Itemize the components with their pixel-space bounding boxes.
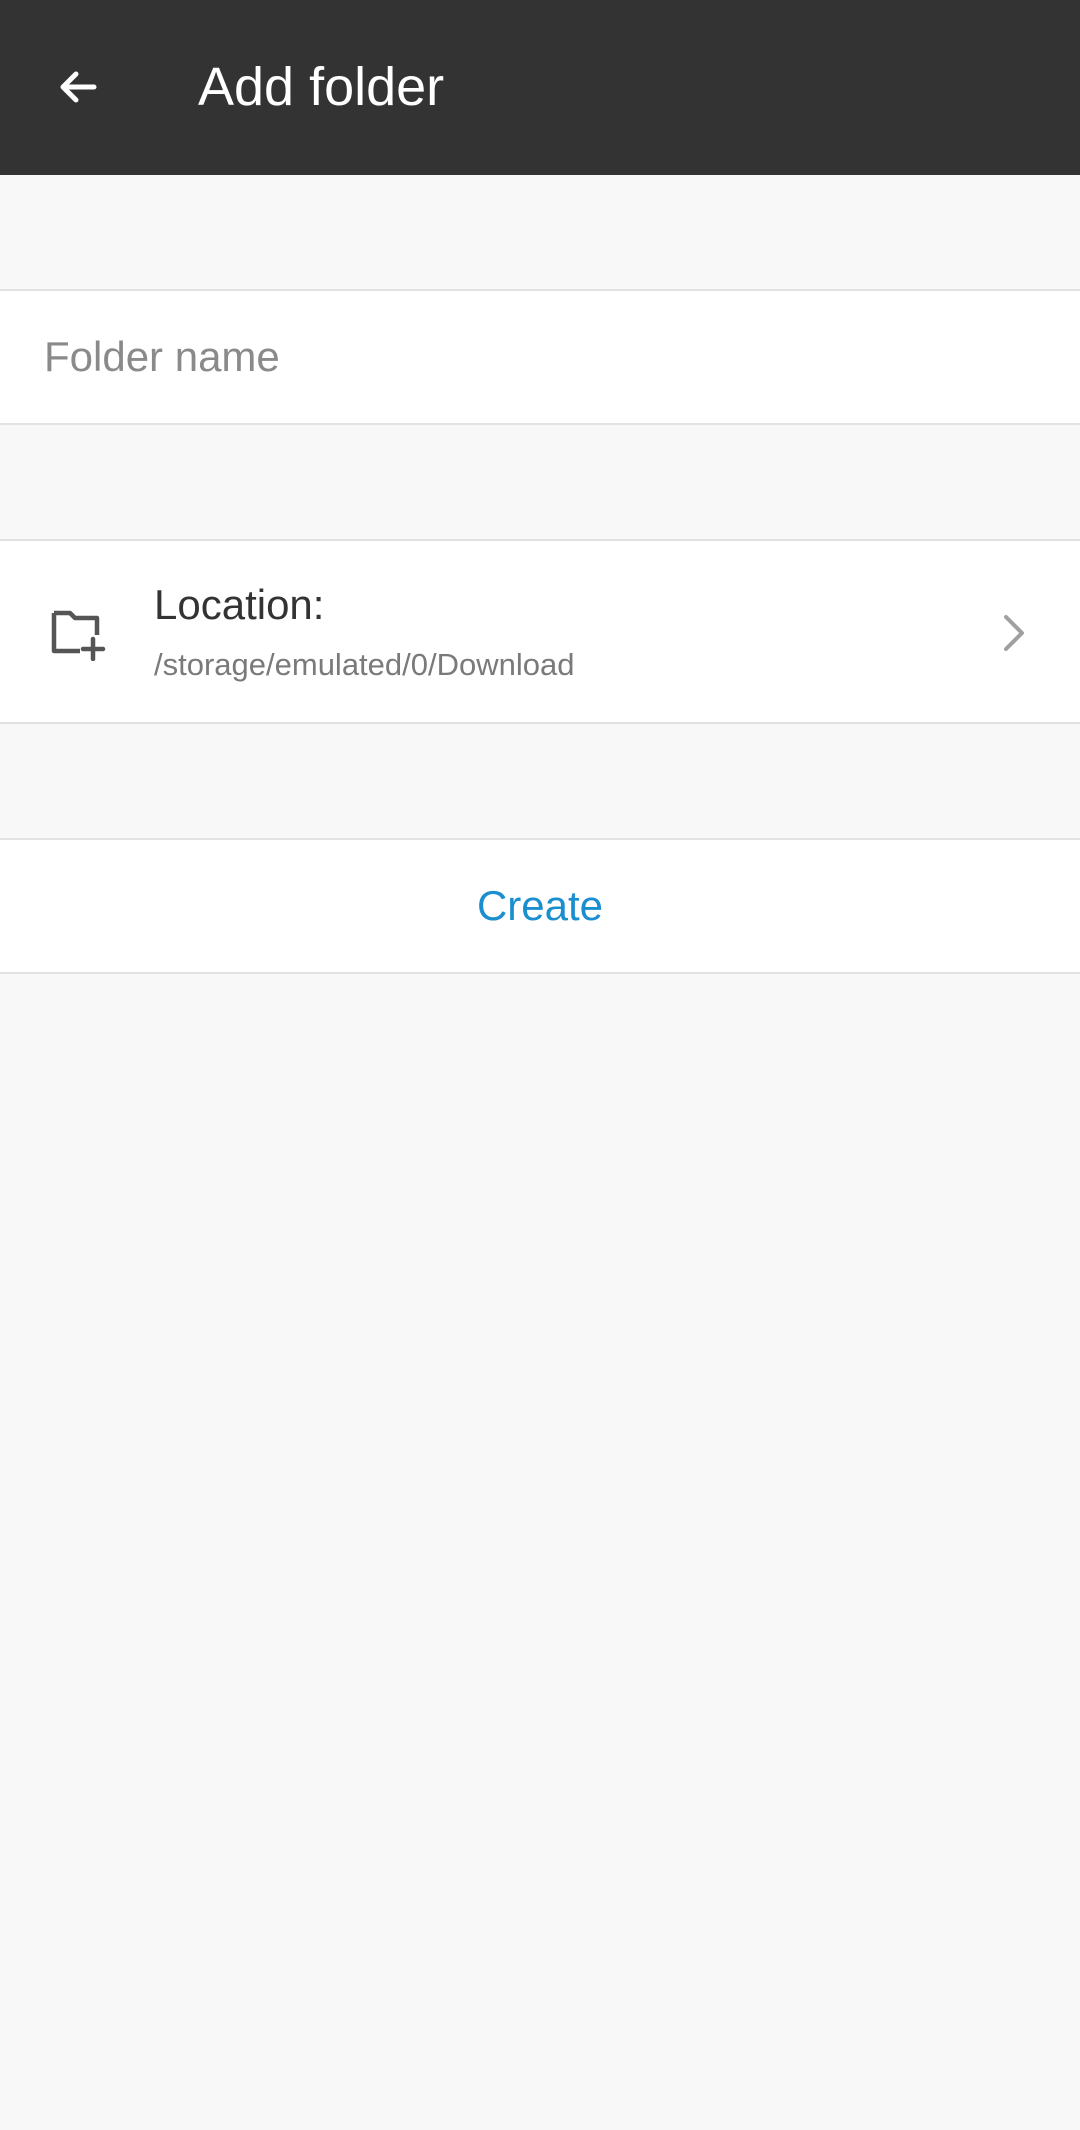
location-label: Location: xyxy=(154,581,325,628)
page-title: Add folder xyxy=(198,57,445,117)
folder-add-icon xyxy=(51,610,106,661)
folder-name-input[interactable] xyxy=(0,291,1080,423)
location-row[interactable]: Location: /storage/emulated/0/Download xyxy=(0,539,1080,724)
create-label: Create xyxy=(476,882,604,929)
location-path: /storage/emulated/0/Download xyxy=(154,647,575,682)
folder-name-section xyxy=(0,289,1080,425)
app-bar: Add folder xyxy=(0,0,1080,175)
create-button[interactable]: Create xyxy=(0,838,1080,974)
chevron-right-icon xyxy=(1004,615,1024,651)
back-button[interactable] xyxy=(40,44,116,130)
arrow-left-icon xyxy=(60,71,97,103)
